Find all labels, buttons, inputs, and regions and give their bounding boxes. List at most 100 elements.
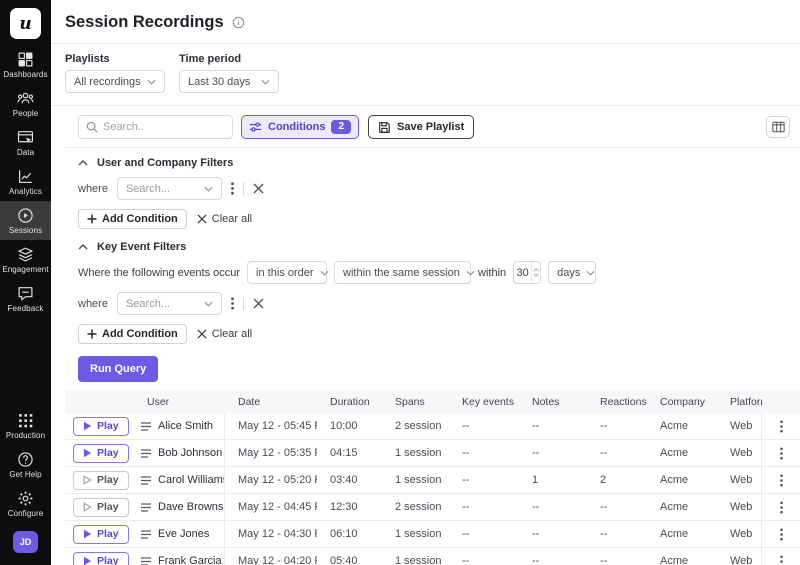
user-cell: Frank Garcia bbox=[134, 548, 225, 565]
remove-condition-icon[interactable] bbox=[253, 298, 264, 309]
duration-cell: 06:10 bbox=[317, 521, 382, 547]
chevron-down-icon bbox=[586, 270, 595, 276]
global-filters: Playlists All recordings Time period Las… bbox=[51, 44, 800, 106]
spans-cell: 1 session bbox=[382, 440, 449, 466]
playlists-select[interactable]: All recordings bbox=[65, 70, 165, 93]
sidebar-item-engagement[interactable]: Engagement bbox=[0, 240, 51, 279]
drag-handle-icon[interactable] bbox=[140, 476, 152, 485]
play-button[interactable]: Play bbox=[73, 525, 129, 544]
sidebar-item-label: Feedback bbox=[8, 304, 44, 313]
table-row: Play Carol Williams May 12 - 05:20 PM 03… bbox=[65, 467, 800, 494]
duration-cell: 12:30 bbox=[317, 494, 382, 520]
play-cell: Play bbox=[65, 521, 134, 547]
time-period-select[interactable]: Last 30 days bbox=[179, 70, 279, 93]
sidebar-item-get-help[interactable]: Get Help bbox=[0, 445, 51, 484]
stepper-arrows-icon[interactable] bbox=[531, 262, 540, 283]
people-icon bbox=[17, 90, 34, 107]
save-playlist-button[interactable]: Save Playlist bbox=[368, 115, 474, 139]
add-condition-button[interactable]: Add Condition bbox=[78, 324, 187, 344]
drag-handle-icon[interactable] bbox=[140, 449, 152, 458]
play-button[interactable]: Play bbox=[73, 444, 129, 463]
condition-placeholder: Search... bbox=[126, 298, 198, 310]
play-label: Play bbox=[97, 420, 119, 432]
column-duration: Duration bbox=[317, 396, 382, 408]
within-unit-select[interactable]: days bbox=[548, 261, 596, 284]
table-row: Play Dave Browns May 12 - 04:45 PM 12:30… bbox=[65, 494, 800, 521]
add-condition-label: Add Condition bbox=[102, 213, 178, 225]
sidebar-item-analytics[interactable]: Analytics bbox=[0, 162, 51, 201]
user-condition-select[interactable]: Search... bbox=[117, 177, 222, 200]
play-label: Play bbox=[97, 501, 119, 513]
play-cell: Play bbox=[65, 413, 134, 439]
remove-condition-icon[interactable] bbox=[253, 183, 264, 194]
within-value-stepper[interactable]: 30 bbox=[513, 261, 541, 284]
row-menu-icon[interactable] bbox=[762, 413, 800, 439]
drag-handle-icon[interactable] bbox=[140, 557, 152, 565]
clear-all-label: Clear all bbox=[212, 328, 252, 340]
search-input[interactable] bbox=[103, 121, 225, 133]
order-value: in this order bbox=[256, 267, 313, 279]
row-menu-icon[interactable] bbox=[762, 548, 800, 565]
condition-menu-icon[interactable] bbox=[231, 297, 234, 310]
event-order-select[interactable]: in this order bbox=[247, 261, 327, 284]
condition-menu-icon[interactable] bbox=[231, 182, 234, 195]
drag-handle-icon[interactable] bbox=[140, 503, 152, 512]
table-row: Play Alice Smith May 12 - 05:45 PM 10:00… bbox=[65, 413, 800, 440]
spans-cell: 1 session bbox=[382, 521, 449, 547]
info-icon[interactable] bbox=[232, 16, 245, 29]
sidebar-item-label: Production bbox=[6, 431, 45, 440]
drag-handle-icon[interactable] bbox=[140, 530, 152, 539]
manage-columns-button[interactable] bbox=[766, 116, 790, 138]
date-cell: May 12 - 04:30 PM bbox=[225, 521, 317, 547]
sidebar-item-people[interactable]: People bbox=[0, 84, 51, 123]
sidebar-item-label: Sessions bbox=[9, 226, 42, 235]
recordings-table: User Date Duration Spans Key events Note… bbox=[65, 390, 800, 565]
play-button[interactable]: Play bbox=[73, 417, 129, 436]
conditions-button[interactable]: Conditions 2 bbox=[241, 115, 359, 139]
app-window: u DashboardsPeopleDataAnalytics Sessions E… bbox=[0, 0, 800, 565]
event-filters-header[interactable]: Key Event Filters bbox=[65, 241, 800, 253]
play-icon bbox=[83, 529, 92, 539]
drag-handle-icon[interactable] bbox=[140, 422, 152, 431]
table-row: Play Eve Jones May 12 - 04:30 PM 06:10 1… bbox=[65, 521, 800, 548]
duration-cell: 04:15 bbox=[317, 440, 382, 466]
row-menu-icon[interactable] bbox=[762, 494, 800, 520]
user-cell: Bob Johnson bbox=[134, 440, 225, 466]
event-condition-select[interactable]: Search... bbox=[117, 292, 222, 315]
row-menu-icon[interactable] bbox=[762, 467, 800, 493]
sidebar-item-label: Configure bbox=[8, 509, 44, 518]
column-date: Date bbox=[225, 396, 317, 408]
clear-all-button[interactable]: Clear all bbox=[197, 213, 252, 225]
chevron-up-icon bbox=[78, 160, 88, 166]
playlists-label: Playlists bbox=[65, 53, 165, 65]
notes-cell: -- bbox=[519, 521, 587, 547]
row-menu-icon[interactable] bbox=[762, 521, 800, 547]
sidebar-item-feedback[interactable]: Feedback bbox=[0, 279, 51, 318]
sidebar-item-sessions[interactable]: Sessions bbox=[0, 201, 51, 240]
play-button[interactable]: Play bbox=[73, 552, 129, 565]
play-icon bbox=[83, 421, 92, 431]
add-condition-label: Add Condition bbox=[102, 328, 178, 340]
sidebar-item-dashboards[interactable]: Dashboards bbox=[0, 45, 51, 84]
company-cell: Acme bbox=[647, 413, 717, 439]
user-name: Alice Smith bbox=[158, 420, 213, 432]
date-cell: May 12 - 05:45 PM bbox=[225, 413, 317, 439]
user-filters-header[interactable]: User and Company Filters bbox=[65, 157, 800, 169]
add-condition-button[interactable]: Add Condition bbox=[78, 209, 187, 229]
run-query-button[interactable]: Run Query bbox=[78, 356, 158, 382]
sidebar-item-production[interactable]: Production bbox=[0, 406, 51, 445]
play-button[interactable]: Play bbox=[73, 498, 129, 517]
play-label: Play bbox=[97, 447, 119, 459]
clear-all-button[interactable]: Clear all bbox=[197, 328, 252, 340]
play-button[interactable]: Play bbox=[73, 471, 129, 490]
user-cell: Eve Jones bbox=[134, 521, 225, 547]
play-cell: Play bbox=[65, 548, 134, 565]
row-menu-icon[interactable] bbox=[762, 440, 800, 466]
close-icon bbox=[197, 329, 207, 339]
page-title: Session Recordings bbox=[65, 13, 224, 32]
sidebar-item-configure[interactable]: Configure bbox=[0, 484, 51, 523]
avatar[interactable]: JD bbox=[13, 531, 38, 553]
sidebar-item-data[interactable]: Data bbox=[0, 123, 51, 162]
userpilot-logo[interactable]: u bbox=[10, 8, 41, 39]
event-scope-select[interactable]: within the same session bbox=[334, 261, 471, 284]
